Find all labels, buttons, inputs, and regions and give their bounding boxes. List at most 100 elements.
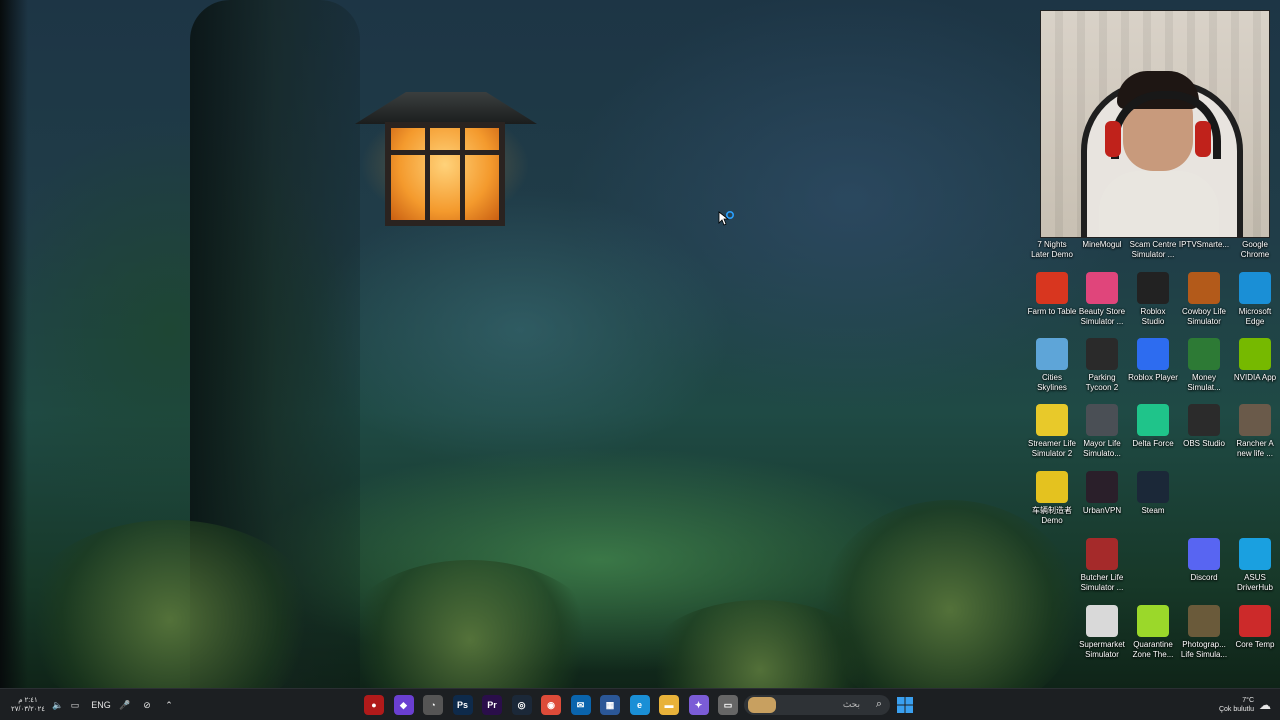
weather-widget[interactable]: 7°C Çok bulutlu (1196, 695, 1254, 715)
network-icon[interactable]: ▭ (68, 695, 82, 715)
windows-logo-icon (897, 697, 913, 713)
desktop-icon[interactable]: Quarantine Zone The... (1127, 605, 1179, 660)
desktop-icon-label: Farm to Table (1027, 307, 1077, 316)
desktop-icon[interactable]: Rancher A new life ... (1229, 404, 1280, 459)
money-icon (1188, 338, 1220, 370)
app-purple-taskbar-button[interactable]: ◆ (393, 695, 414, 715)
app-clock-taskbar-button[interactable]: ◔ (423, 695, 443, 715)
delta-force-icon (1137, 404, 1169, 436)
desktop-icon-label: Roblox Player (1128, 373, 1178, 382)
desktop-icon[interactable]: Photograp... Life Simula... (1178, 605, 1230, 660)
photo-icon (1188, 605, 1220, 637)
car-maker-icon (1036, 471, 1068, 503)
desktop-icon-label: Cowboy Life Simulator (1181, 307, 1227, 326)
desktop-icon[interactable]: Core Temp (1229, 605, 1280, 650)
clock[interactable]: ٢:٤١ م ٢٧/٠٣/٢٠٢٤ (8, 695, 48, 715)
desktop-icon[interactable]: Delta Force (1127, 404, 1179, 449)
microphone-icon[interactable]: 🎤 (118, 695, 132, 715)
desktop-icon[interactable]: Cities Skylines (1026, 338, 1078, 393)
rancher-icon (1239, 404, 1271, 436)
wallpaper-bush (340, 560, 600, 688)
desktop-icon[interactable]: Butcher Life Simulator ... (1076, 538, 1128, 593)
discord-icon (1188, 538, 1220, 570)
quarantine-icon (1137, 605, 1169, 637)
desktop-icon-label: Cities Skylines (1037, 373, 1067, 392)
desktop-icon-label: Delta Force (1132, 439, 1174, 448)
desktop-icon[interactable]: Mayor Life Simulato... (1076, 404, 1128, 459)
start-button[interactable] (896, 695, 914, 715)
desktop-icon[interactable]: Supermarket Simulator (1076, 605, 1128, 660)
desktop-icon-label: Scam Centre Simulator ... (1129, 240, 1177, 259)
parking-icon (1086, 338, 1118, 370)
desktop-icon[interactable]: Streamer Life Simulator 2 (1026, 404, 1078, 459)
search-highlight-icon (748, 697, 776, 713)
desktop-icon-label: Beauty Store Simulator ... (1078, 307, 1126, 326)
asus-icon (1239, 538, 1271, 570)
desktop-icon[interactable]: Scam Centre Simulator ... (1127, 205, 1179, 260)
desktop-icon[interactable]: 车辆制造者 Demo (1026, 471, 1078, 526)
desktop-icon[interactable]: Roblox Studio (1127, 272, 1179, 327)
lantern-image (355, 92, 537, 234)
cities-icon (1036, 338, 1068, 370)
desktop-icon-label: IPTVSmarte... (1178, 240, 1230, 249)
mayor-icon (1086, 404, 1118, 436)
desktop-icon[interactable]: OBS Studio (1178, 404, 1230, 449)
roblox-studio-icon (1137, 272, 1169, 304)
desktop-icon[interactable]: Discord (1178, 538, 1230, 583)
desktop-icon-label: Core Temp (1235, 640, 1275, 649)
clock-date: ٢٧/٠٣/٢٠٢٤ (11, 706, 45, 713)
copilot-taskbar-button[interactable]: ✦ (688, 695, 709, 715)
nvidia-icon (1239, 338, 1271, 370)
desktop-icon[interactable]: Money Simulat... (1178, 338, 1230, 393)
desktop-icon[interactable]: UrbanVPN (1076, 471, 1128, 516)
wallpaper-shadow (0, 0, 28, 688)
language-indicator[interactable]: ENG (90, 695, 112, 715)
supermarket-icon (1086, 605, 1118, 637)
tomato-icon (1036, 272, 1068, 304)
desktop-icon-label: Quarantine Zone The... (1132, 640, 1174, 659)
desktop-icon[interactable]: Farm to Table (1026, 272, 1078, 317)
volume-icon[interactable]: 🔈 (52, 695, 64, 715)
desktop-icon-label: Google Chrome (1240, 240, 1270, 259)
desktop-icon[interactable]: 7 Nights Later Demo (1026, 205, 1078, 260)
desktop-icon-label: 车辆制造者 Demo (1032, 506, 1072, 525)
desktop-icon-label: Photograp... Life Simula... (1180, 640, 1228, 659)
obs-icon (1188, 404, 1220, 436)
desktop-icon[interactable]: Parking Tycoon 2 (1076, 338, 1128, 393)
desktop-icon[interactable]: Google Chrome (1229, 205, 1280, 260)
file-explorer-taskbar-button[interactable]: ▬ (659, 695, 679, 715)
outlook-taskbar-button[interactable]: ✉ (570, 695, 591, 715)
desktop-icon-label: Rancher A new life ... (1236, 439, 1274, 458)
desktop-icon[interactable]: Roblox Player (1127, 338, 1179, 383)
desktop-icon-label: NVIDIA App (1233, 373, 1277, 382)
app-red-taskbar-button[interactable]: ● (364, 695, 384, 715)
premiere-taskbar-button[interactable]: Pr (482, 695, 502, 715)
search-box[interactable]: بحث ⌕ (744, 695, 890, 715)
notifications-off-icon[interactable]: ⊘ (140, 695, 154, 715)
window-taskbar-button[interactable]: ▭ (718, 695, 738, 715)
desktop-icon[interactable]: IPTVSmarte... (1178, 205, 1230, 250)
desktop-icon-label: Parking Tycoon 2 (1085, 373, 1119, 392)
photoshop-taskbar-button[interactable]: Ps (452, 695, 473, 715)
desktop-icon[interactable]: MineMogul (1076, 205, 1128, 250)
desktop-icon[interactable]: Beauty Store Simulator ... (1076, 272, 1128, 327)
streamer-icon (1036, 404, 1068, 436)
search-icon: ⌕ (875, 698, 882, 710)
desktop-icon[interactable]: ASUS DriverHub (1229, 538, 1280, 593)
desktop-icon[interactable]: NVIDIA App (1229, 338, 1280, 383)
steam-taskbar-button[interactable]: ◎ (511, 695, 532, 715)
edge-icon (1239, 272, 1271, 304)
clock-time: ٢:٤١ م (18, 697, 38, 704)
desktop-icon[interactable]: Steam (1127, 471, 1179, 516)
store-taskbar-button[interactable]: ▦ (600, 695, 620, 715)
chevron-up-icon[interactable]: ⌃ (162, 695, 176, 715)
edge-taskbar-button[interactable]: e (629, 695, 650, 715)
desktop-icon[interactable]: Cowboy Life Simulator (1178, 272, 1230, 327)
desktop-icon-label: ASUS DriverHub (1236, 573, 1273, 592)
desktop-icon-label: Discord (1190, 573, 1218, 582)
chrome-taskbar-button[interactable]: ◉ (541, 695, 561, 715)
desktop-icon[interactable]: Microsoft Edge (1229, 272, 1280, 327)
cowboy-icon (1188, 272, 1220, 304)
desktop-icon-label: UrbanVPN (1082, 506, 1122, 515)
desktop-icon-label: Roblox Studio (1140, 307, 1166, 326)
